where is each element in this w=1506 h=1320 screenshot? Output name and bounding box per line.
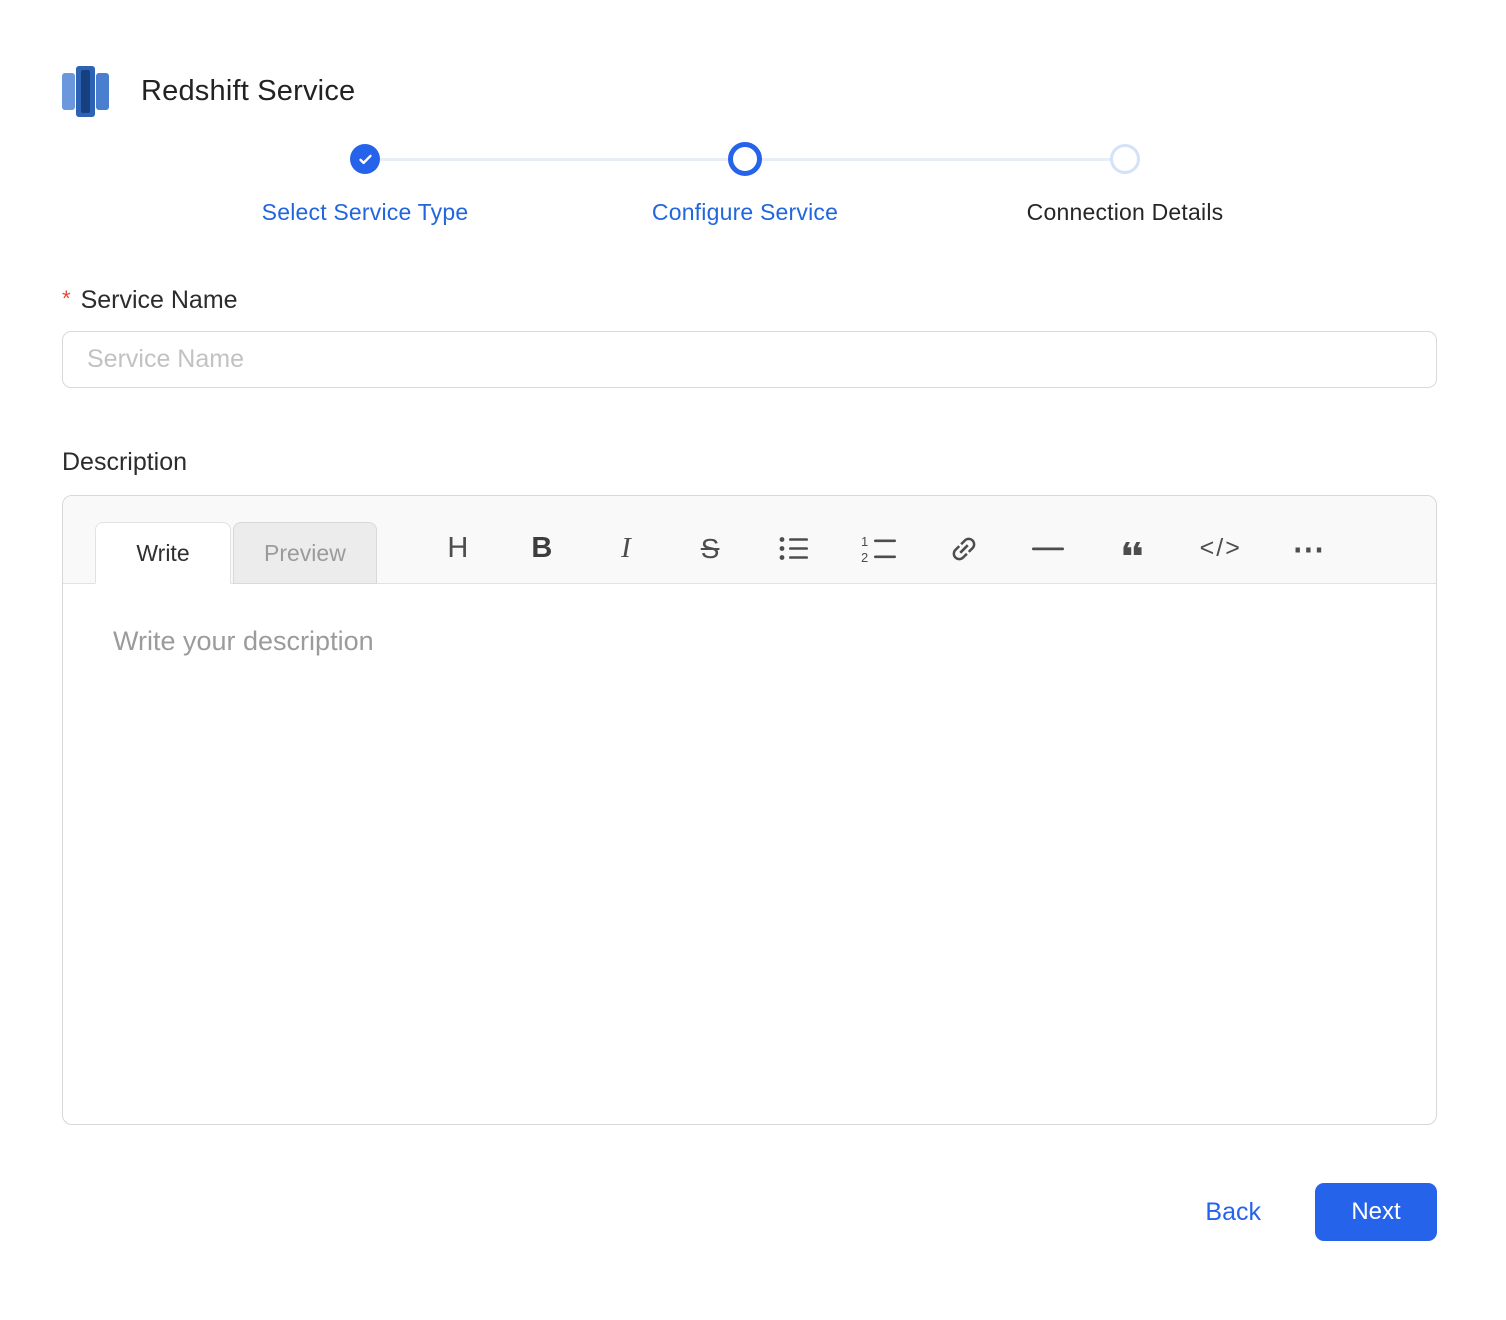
editor-toolbar: H B I S 1 xyxy=(441,528,1436,570)
configure-service-page: Redshift Service Select Service Type xyxy=(0,0,1506,1320)
step-select-service-type: Select Service Type xyxy=(175,141,555,226)
bold-icon[interactable]: B xyxy=(525,528,559,570)
stepper: Select Service Type Configure Service Co… xyxy=(175,141,1315,226)
back-button[interactable]: Back xyxy=(1201,1198,1265,1227)
tab-preview[interactable]: Preview xyxy=(233,522,377,584)
page-header: Redshift Service xyxy=(62,65,1437,117)
step-pending-dot xyxy=(1110,144,1140,174)
unordered-list-icon[interactable] xyxy=(777,528,811,570)
svg-text:2: 2 xyxy=(861,550,868,563)
required-asterisk: * xyxy=(62,286,71,311)
next-button[interactable]: Next xyxy=(1315,1183,1437,1241)
step-configure-service: Configure Service xyxy=(555,141,935,226)
step-connection-details: Connection Details xyxy=(935,141,1315,226)
step-label: Select Service Type xyxy=(262,199,469,226)
redshift-logo-icon xyxy=(62,66,109,117)
footer-actions: Back Next xyxy=(62,1183,1437,1241)
editor-tabs: Write Preview xyxy=(95,496,377,583)
description-textarea[interactable] xyxy=(63,584,1436,1124)
strikethrough-icon[interactable]: S xyxy=(693,528,727,570)
link-icon[interactable] xyxy=(947,528,981,570)
tab-write[interactable]: Write xyxy=(95,522,231,584)
heading-icon[interactable]: H xyxy=(441,528,475,570)
quote-icon[interactable] xyxy=(1116,528,1150,570)
page-title: Redshift Service xyxy=(141,75,355,108)
horizontal-rule-icon[interactable] xyxy=(1031,528,1065,570)
editor-header: Write Preview H B I S xyxy=(63,496,1436,584)
ordered-list-icon[interactable]: 1 2 xyxy=(861,528,897,570)
service-name-label: * Service Name xyxy=(62,286,1437,315)
more-icon[interactable]: ⋯ xyxy=(1292,528,1326,570)
italic-icon[interactable]: I xyxy=(609,528,643,570)
step-active-dot xyxy=(728,142,762,176)
service-name-label-text: Service Name xyxy=(81,286,238,314)
svg-text:1: 1 xyxy=(861,535,868,549)
description-editor: Write Preview H B I S xyxy=(62,495,1437,1125)
step-label: Configure Service xyxy=(652,199,838,226)
step-label: Connection Details xyxy=(1027,199,1224,226)
editor-body xyxy=(63,584,1436,1124)
step-completed-check-icon xyxy=(350,144,380,174)
service-name-input[interactable] xyxy=(62,331,1437,388)
code-icon[interactable]: </> xyxy=(1200,528,1242,570)
description-label: Description xyxy=(62,448,1437,477)
